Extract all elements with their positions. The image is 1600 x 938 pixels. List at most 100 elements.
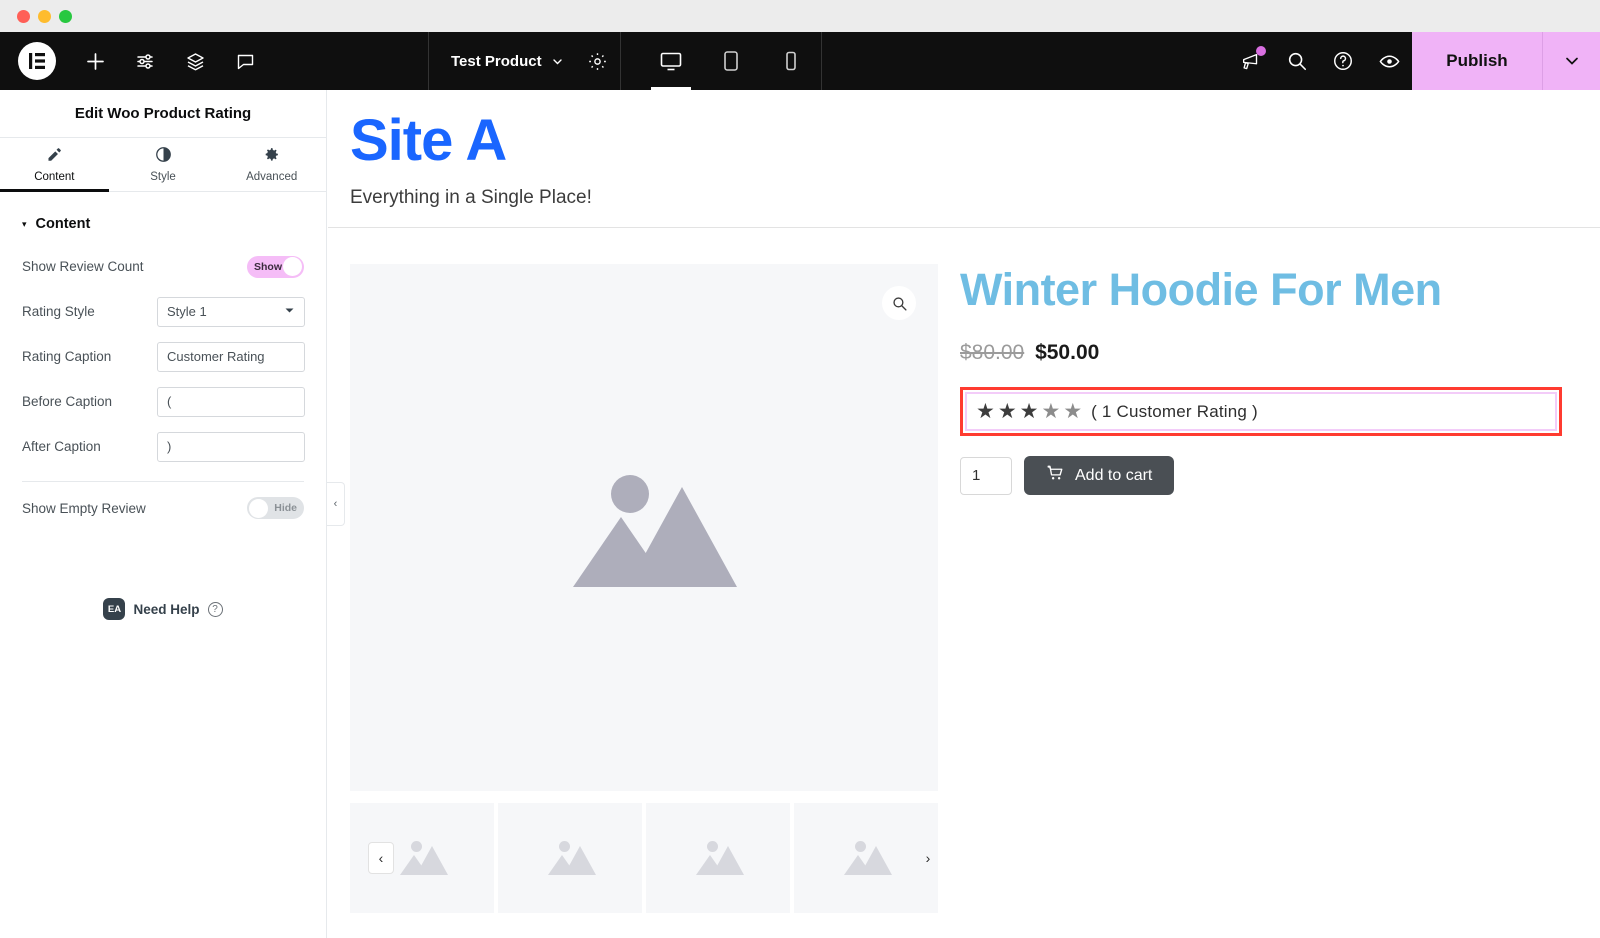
window-maximize-button[interactable] (59, 9, 72, 23)
star-empty-5: ★ (1063, 400, 1083, 424)
show-empty-review-toggle[interactable]: Hide (247, 497, 304, 519)
control-label: Show Review Count (22, 259, 144, 274)
price-original: $80.00 (960, 341, 1025, 365)
section-collapse-caret-icon: ▾ (22, 218, 27, 229)
image-placeholder-icon (544, 841, 596, 875)
section-title: Content (35, 216, 91, 232)
toggle-knob (283, 257, 302, 276)
magnifier-zoom-icon[interactable] (882, 286, 916, 320)
toolbar-divider-2 (619, 32, 621, 90)
control-label: Rating Style (22, 304, 95, 319)
whats-new-megaphone-icon[interactable] (1228, 32, 1274, 90)
after-caption-input[interactable]: ) (157, 431, 305, 462)
add-to-cart-row: 1 Add to cart (960, 456, 1578, 496)
add-to-cart-label: Add to cart (1075, 466, 1153, 484)
device-preview-switcher (641, 32, 821, 90)
contrast-icon (155, 146, 172, 166)
control-before-caption: Before Caption ( (0, 379, 326, 424)
control-label: Show Empty Review (22, 500, 146, 516)
settings-sliders-icon[interactable] (122, 32, 168, 90)
thumbnail-3[interactable] (646, 803, 790, 913)
document-name-dropdown[interactable]: Test Product (429, 53, 576, 70)
navigator-layers-icon[interactable] (172, 32, 218, 90)
page-settings-gear-icon[interactable] (576, 32, 620, 90)
publish-options-chevron-icon[interactable] (1542, 32, 1600, 90)
content-section-header[interactable]: ▾ Content (0, 192, 326, 244)
need-help-link[interactable]: EA Need Help ? (0, 598, 326, 620)
essential-addons-badge: EA (103, 598, 126, 620)
tab-style[interactable]: Style (109, 138, 218, 191)
panel-tab-bar: Content Style Advanced (0, 138, 326, 192)
price-sale: $50.00 (1035, 341, 1100, 365)
site-tagline: Everything in a Single Place! (350, 187, 592, 208)
before-caption-input[interactable]: ( (157, 386, 305, 417)
rating-style-select[interactable]: Style 1 (157, 296, 305, 327)
editor-top-toolbar: Test Product Publish (0, 32, 1600, 90)
elementor-editor-window: Test Product Publish Edit Woo Product Ra… (0, 0, 1600, 938)
control-label: After Caption (22, 439, 101, 454)
image-placeholder-icon (396, 841, 448, 875)
pencil-icon (46, 146, 63, 166)
product-main-image[interactable] (350, 264, 938, 791)
panel-title: Edit Woo Product Rating (74, 105, 252, 122)
thumbnail-2[interactable] (498, 803, 642, 913)
window-minimize-button[interactable] (38, 9, 51, 23)
control-rating-style: Rating Style Style 1 (0, 289, 326, 334)
gear-icon (263, 146, 280, 166)
window-close-button[interactable] (17, 9, 30, 23)
control-label: Before Caption (22, 394, 113, 409)
product-gallery: ‹ › (350, 264, 938, 913)
help-icon[interactable] (1320, 32, 1366, 90)
quantity-input[interactable]: 1 (960, 456, 1012, 495)
tab-advanced-label: Advanced (246, 171, 298, 183)
device-tablet-button[interactable] (701, 32, 761, 90)
product-price: $80.00 $50.00 (960, 341, 1578, 365)
site-title: Site A (350, 108, 507, 173)
tab-advanced[interactable]: Advanced (217, 138, 326, 191)
toolbar-right-group: Publish (1228, 32, 1600, 90)
preview-changes-eye-icon[interactable] (1366, 32, 1412, 90)
star-empty-4: ★ (1041, 400, 1061, 424)
rating-style-value: Style 1 (167, 304, 207, 319)
tab-content-label: Content (34, 171, 75, 183)
toggle-knob (249, 498, 268, 518)
panel-collapse-handle[interactable]: ‹ (327, 482, 345, 526)
gallery-prev-arrow[interactable]: ‹ (368, 842, 394, 874)
rating-caption-text: ( 1 Customer Rating ) (1091, 401, 1258, 421)
product-summary: Winter Hoodie For Men $80.00 $50.00 ★ ★ … (960, 264, 1578, 913)
image-placeholder-icon (553, 469, 737, 587)
question-mark-icon: ? (207, 601, 223, 617)
elementor-logo-icon[interactable] (18, 42, 56, 80)
toggle-state-label: Hide (274, 502, 297, 514)
shopping-cart-icon (1046, 464, 1064, 487)
image-placeholder-icon (692, 841, 744, 875)
control-after-caption: After Caption ) (0, 424, 326, 469)
panel-header: Edit Woo Product Rating (0, 90, 326, 138)
chevron-down-icon (284, 305, 295, 318)
gallery-next-arrow[interactable]: › (915, 842, 941, 874)
star-filled-1: ★ (976, 400, 995, 424)
rating-caption-input[interactable]: Customer Rating (157, 341, 305, 372)
control-rating-caption: Rating Caption Customer Rating (0, 334, 326, 379)
device-mobile-button[interactable] (761, 32, 821, 90)
mac-titlebar (0, 0, 1600, 32)
need-help-label: Need Help (133, 601, 200, 617)
gallery-thumbnails: ‹ › (350, 803, 938, 913)
tab-style-label: Style (150, 171, 176, 183)
star-filled-2: ★ (997, 400, 1017, 424)
woo-product-rating-widget[interactable]: ★ ★ ★ ★ ★ ( 1 Customer Rating ) (965, 392, 1557, 432)
comments-icon[interactable] (222, 32, 268, 90)
add-to-cart-button[interactable]: Add to cart (1024, 456, 1175, 496)
add-element-icon[interactable] (72, 32, 118, 90)
device-desktop-button[interactable] (641, 32, 701, 90)
show-review-count-toggle[interactable]: Show (247, 255, 304, 278)
star-filled-3: ★ (1019, 400, 1039, 424)
widget-settings-panel: Edit Woo Product Rating Content Style Ad… (0, 90, 327, 938)
finder-search-icon[interactable] (1274, 32, 1320, 90)
tab-content[interactable]: Content (0, 138, 109, 192)
toolbar-center-group: Test Product (428, 32, 822, 90)
publish-button[interactable]: Publish (1412, 32, 1542, 90)
site-header: Site A Everything in a Single Place! (328, 90, 1600, 228)
product-layout: ‹ › Winter Hoodie For Men $80.00 $50.00 … (350, 264, 1578, 913)
rating-widget-highlight-box: ★ ★ ★ ★ ★ ( 1 Customer Rating ) (960, 387, 1562, 437)
